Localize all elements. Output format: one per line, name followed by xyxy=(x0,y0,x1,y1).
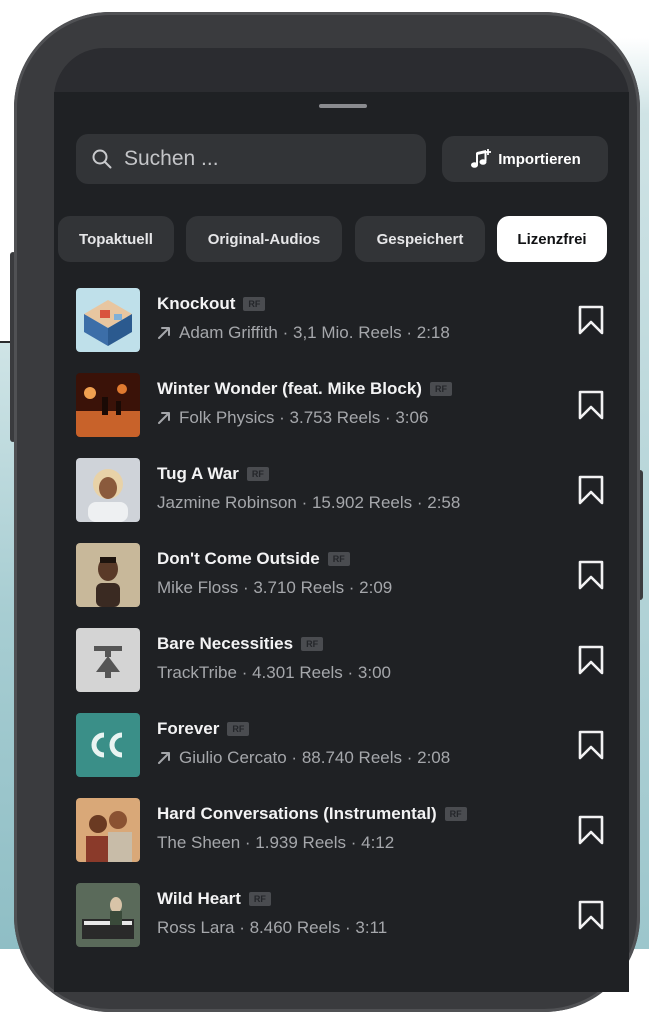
track-row[interactable]: Forever RF Giulio Cercato · 88.740 Reels… xyxy=(76,713,616,777)
royalty-free-badge: RF xyxy=(227,722,250,736)
bookmark-icon[interactable] xyxy=(578,475,604,510)
track-row[interactable]: Winter Wonder (feat. Mike Block) RF Folk… xyxy=(76,373,616,437)
phone-frame: Importieren Topaktuell Original-Audios G… xyxy=(14,12,640,1012)
royalty-free-badge: RF xyxy=(243,297,266,311)
royalty-free-badge: RF xyxy=(444,807,467,821)
track-meta-text: Folk Physics · 3.753 Reels · 3:06 xyxy=(179,408,429,427)
tab-gespeichert[interactable]: Gespeichert xyxy=(355,216,485,262)
royalty-free-badge: RF xyxy=(327,552,350,566)
album-cover xyxy=(76,628,140,692)
track-title: Knockout xyxy=(157,294,236,313)
royalty-free-badge: RF xyxy=(301,637,324,651)
search-icon xyxy=(92,149,112,169)
drag-handle[interactable] xyxy=(319,104,367,108)
bookmark-icon[interactable] xyxy=(578,305,604,340)
royalty-free-badge: RF xyxy=(429,382,452,396)
track-title: Bare Necessities xyxy=(157,634,294,653)
album-cover xyxy=(76,543,140,607)
track-meta: TrackTribe · 4.301 Reels · 3:00 xyxy=(157,663,391,683)
track-meta-text: Giulio Cercato · 88.740 Reels · 2:08 xyxy=(179,748,451,767)
track-row[interactable]: Don't Come Outside RF Mike Floss · 3.710… xyxy=(76,543,616,607)
track-row[interactable]: Wild Heart RF Ross Lara · 8.460 Reels · … xyxy=(76,883,616,947)
track-meta: Jazmine Robinson · 15.902 Reels · 2:58 xyxy=(157,493,460,513)
track-meta: Giulio Cercato · 88.740 Reels · 2:08 xyxy=(157,748,450,768)
bookmark-icon[interactable] xyxy=(578,900,604,935)
track-row[interactable]: Bare Necessities RF TrackTribe · 4.301 R… xyxy=(76,628,616,692)
bookmark-icon[interactable] xyxy=(578,560,604,595)
track-title: Wild Heart xyxy=(157,889,241,908)
royalty-free-badge: RF xyxy=(246,467,269,481)
tab-topaktuell[interactable]: Topaktuell xyxy=(58,216,174,262)
track-meta: Adam Griffith · 3,1 Mio. Reels · 2:18 xyxy=(157,323,450,343)
tab-lizenzfrei[interactable]: Lizenzfrei xyxy=(497,216,607,262)
track-row[interactable]: Hard Conversations (Instrumental) RF The… xyxy=(76,798,616,862)
album-cover xyxy=(76,798,140,862)
tab-original-audios[interactable]: Original-Audios xyxy=(186,216,342,262)
search-input[interactable] xyxy=(122,146,406,172)
music-add-icon xyxy=(471,149,492,168)
track-title: Forever xyxy=(157,719,220,738)
royalty-free-badge: RF xyxy=(248,892,271,906)
track-meta-text: The Sheen · 1.939 Reels · 4:12 xyxy=(157,833,395,852)
track-title: Don't Come Outside xyxy=(157,549,320,568)
track-meta-text: TrackTribe · 4.301 Reels · 3:00 xyxy=(157,663,391,682)
audio-picker-sheet: Importieren Topaktuell Original-Audios G… xyxy=(54,92,629,992)
search-field[interactable] xyxy=(76,134,426,184)
track-meta-text: Mike Floss · 3.710 Reels · 2:09 xyxy=(157,578,393,597)
bookmark-icon[interactable] xyxy=(578,730,604,765)
track-meta-text: Jazmine Robinson · 15.902 Reels · 2:58 xyxy=(157,493,461,512)
bookmark-icon[interactable] xyxy=(578,645,604,680)
track-meta: Ross Lara · 8.460 Reels · 3:11 xyxy=(157,918,387,938)
bookmark-icon[interactable] xyxy=(578,390,604,425)
album-cover xyxy=(76,883,140,947)
track-meta-text: Adam Griffith · 3,1 Mio. Reels · 2:18 xyxy=(179,323,450,342)
trending-arrow-icon xyxy=(157,751,171,765)
album-cover xyxy=(76,288,140,352)
import-label: Importieren xyxy=(498,150,581,168)
track-meta: Folk Physics · 3.753 Reels · 3:06 xyxy=(157,408,428,428)
track-title: Hard Conversations (Instrumental) xyxy=(157,804,437,823)
trending-arrow-icon xyxy=(157,411,171,425)
track-meta-text: Ross Lara · 8.460 Reels · 3:11 xyxy=(157,918,388,937)
track-meta: Mike Floss · 3.710 Reels · 2:09 xyxy=(157,578,392,598)
track-row[interactable]: Tug A War RF Jazmine Robinson · 15.902 R… xyxy=(76,458,616,522)
track-meta: The Sheen · 1.939 Reels · 4:12 xyxy=(157,833,394,853)
track-row[interactable]: Knockout RF Adam Griffith · 3,1 Mio. Ree… xyxy=(76,288,616,352)
album-cover xyxy=(76,373,140,437)
status-bar xyxy=(54,48,629,98)
track-title: Tug A War xyxy=(157,464,239,483)
import-button[interactable]: Importieren xyxy=(442,136,608,182)
track-title: Winter Wonder (feat. Mike Block) xyxy=(157,379,422,398)
album-cover xyxy=(76,458,140,522)
trending-arrow-icon xyxy=(157,326,171,340)
bookmark-icon[interactable] xyxy=(578,815,604,850)
album-cover xyxy=(76,713,140,777)
